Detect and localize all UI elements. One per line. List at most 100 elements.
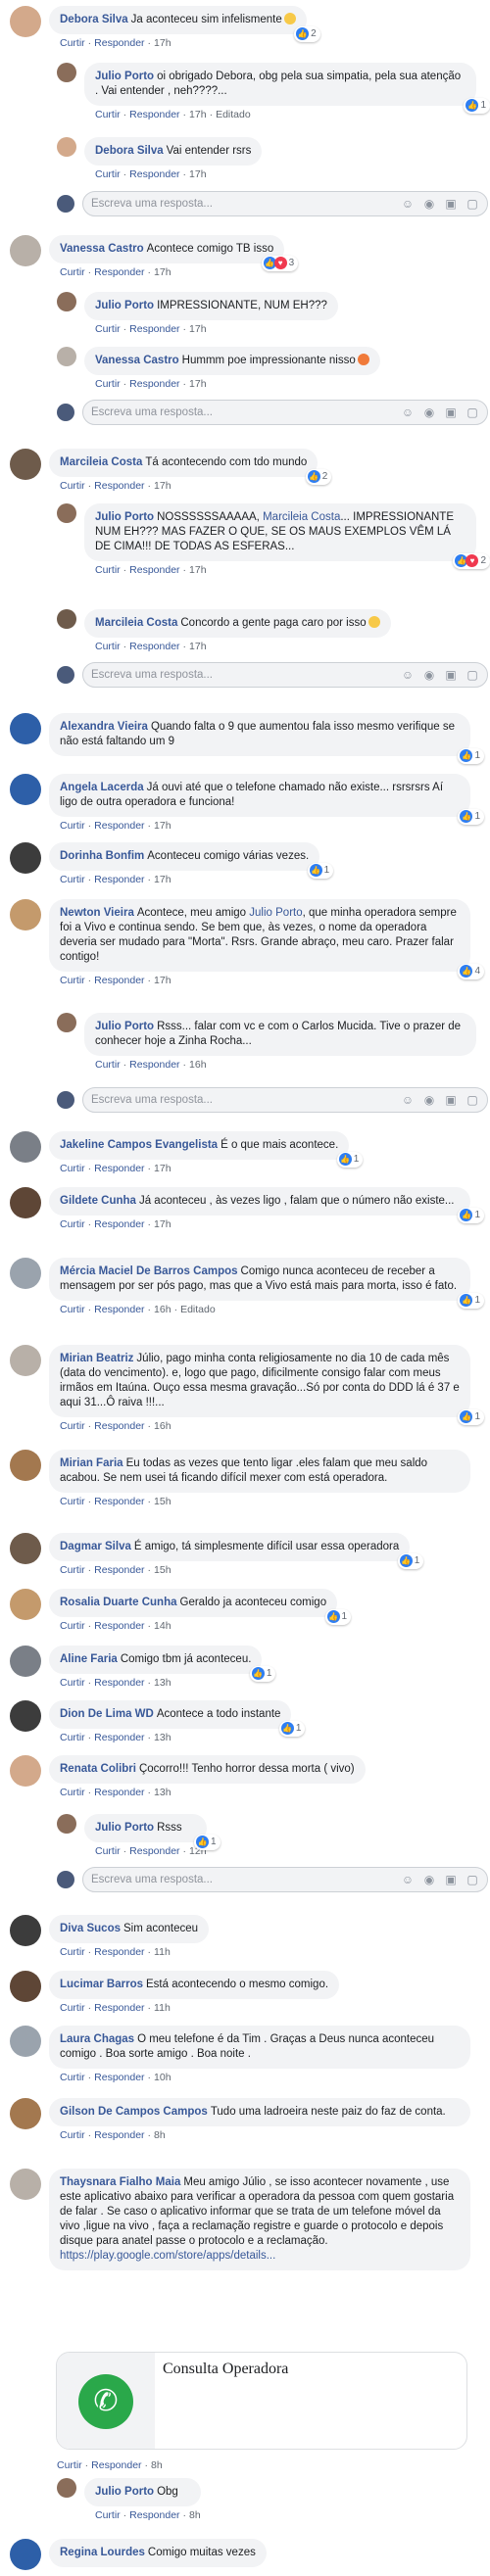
- reply-button[interactable]: Responder: [129, 109, 179, 120]
- timestamp[interactable]: 15h: [154, 1564, 172, 1576]
- comment-author[interactable]: Julio Porto: [95, 1822, 154, 1834]
- avatar[interactable]: [10, 1646, 41, 1677]
- like-button[interactable]: Curtir: [95, 641, 121, 652]
- like-button[interactable]: Curtir: [60, 1163, 85, 1174]
- avatar[interactable]: [10, 1131, 41, 1163]
- reaction-badge[interactable]: 👍 2: [305, 468, 332, 485]
- mention-link[interactable]: Marcileia Costa: [263, 511, 340, 523]
- gif-icon[interactable]: ▣: [444, 1873, 458, 1886]
- avatar[interactable]: [57, 347, 76, 366]
- reply-input[interactable]: Escreva uma resposta... ☺ ◉ ▣ ▢: [82, 1087, 488, 1113]
- reply-button[interactable]: Responder: [94, 2129, 144, 2141]
- timestamp[interactable]: 17h: [154, 1218, 172, 1230]
- comment-author[interactable]: Aline Faria: [60, 1653, 118, 1665]
- comment-author[interactable]: Alexandra Vieira: [60, 721, 148, 733]
- reply-button[interactable]: Responder: [94, 266, 144, 278]
- timestamp[interactable]: 13h: [154, 1677, 172, 1689]
- comment-author[interactable]: Angela Lacerda: [60, 782, 144, 793]
- comment-author[interactable]: Julio Porto: [95, 511, 154, 523]
- camera-icon[interactable]: ◉: [422, 197, 436, 211]
- like-button[interactable]: Curtir: [60, 1496, 85, 1507]
- reply-button[interactable]: Responder: [129, 2509, 179, 2521]
- like-button[interactable]: Curtir: [95, 564, 121, 576]
- reply-button[interactable]: Responder: [94, 1564, 144, 1576]
- comment-author[interactable]: Debora Silva: [60, 14, 128, 25]
- comment-author[interactable]: Mércia Maciel De Barros Campos: [60, 1265, 238, 1277]
- comment-author[interactable]: Jakeline Campos Evangelista: [60, 1139, 218, 1151]
- avatar[interactable]: [10, 1589, 41, 1620]
- reply-button[interactable]: Responder: [129, 378, 179, 390]
- like-button[interactable]: Curtir: [60, 37, 85, 49]
- avatar[interactable]: [57, 1013, 76, 1032]
- gif-icon[interactable]: ▣: [444, 1093, 458, 1107]
- timestamp[interactable]: 17h: [189, 564, 207, 576]
- mention-link[interactable]: Julio Porto: [249, 907, 302, 919]
- timestamp[interactable]: 8h: [154, 2129, 166, 2141]
- reply-input[interactable]: Escreva uma resposta... ☺ ◉ ▣ ▢: [82, 662, 488, 688]
- timestamp[interactable]: 17h: [154, 820, 172, 832]
- reply-button[interactable]: Responder: [94, 1787, 144, 1798]
- comment-author[interactable]: Marcileia Costa: [60, 456, 142, 468]
- comment-author[interactable]: Laura Chagas: [60, 2033, 134, 2045]
- reply-button[interactable]: Responder: [94, 480, 144, 492]
- like-button[interactable]: Curtir: [60, 874, 85, 885]
- avatar[interactable]: [57, 2478, 76, 2498]
- avatar[interactable]: [10, 2026, 41, 2057]
- like-button[interactable]: Curtir: [95, 378, 121, 390]
- timestamp[interactable]: 13h: [154, 1787, 172, 1798]
- comment-author[interactable]: Newton Vieira: [60, 907, 134, 919]
- reply-button[interactable]: Responder: [94, 1218, 144, 1230]
- reply-button[interactable]: Responder: [129, 1845, 179, 1857]
- reply-button[interactable]: Responder: [129, 641, 179, 652]
- avatar[interactable]: [10, 1755, 41, 1787]
- timestamp[interactable]: 16h: [154, 1420, 172, 1432]
- smile-icon[interactable]: ☺: [401, 668, 415, 682]
- like-button[interactable]: Curtir: [60, 2002, 85, 2014]
- camera-icon[interactable]: ◉: [422, 1873, 436, 1886]
- avatar[interactable]: [10, 1258, 41, 1289]
- avatar[interactable]: [10, 1187, 41, 1218]
- like-button[interactable]: Curtir: [57, 2459, 82, 2471]
- gif-icon[interactable]: ▣: [444, 668, 458, 682]
- comment-author[interactable]: Vanessa Castro: [95, 355, 179, 366]
- reply-button[interactable]: Responder: [94, 37, 144, 49]
- reply-input[interactable]: Escreva uma resposta... ☺ ◉ ▣ ▢: [82, 1867, 488, 1892]
- avatar[interactable]: [10, 1971, 41, 2002]
- like-button[interactable]: Curtir: [60, 1218, 85, 1230]
- timestamp[interactable]: 8h: [189, 2509, 201, 2521]
- like-button[interactable]: Curtir: [60, 1304, 85, 1315]
- timestamp[interactable]: 17h: [189, 323, 207, 335]
- reply-input[interactable]: Escreva uma resposta... ☺ ◉ ▣ ▢: [82, 191, 488, 216]
- reaction-badge[interactable]: 👍 1: [397, 1552, 424, 1569]
- smile-icon[interactable]: ☺: [401, 197, 415, 211]
- like-button[interactable]: Curtir: [60, 1677, 85, 1689]
- comment-author[interactable]: Lucimar Barros: [60, 1979, 143, 1990]
- reaction-badge[interactable]: 👍 ♥ 2: [453, 552, 490, 569]
- reply-button[interactable]: Responder: [94, 2002, 144, 2014]
- timestamp[interactable]: 17h: [154, 480, 172, 492]
- link-preview-card[interactable]: ✆ Consulta Operadora: [56, 2352, 467, 2450]
- reply-button[interactable]: Responder: [94, 1946, 144, 1958]
- timestamp[interactable]: 17h: [189, 109, 207, 120]
- comment-author[interactable]: Dion De Lima WD: [60, 1708, 154, 1720]
- comment-author[interactable]: Mirian Faria: [60, 1457, 123, 1469]
- avatar[interactable]: [10, 1450, 41, 1481]
- comment-author[interactable]: Mirian Beatriz: [60, 1353, 133, 1364]
- like-button[interactable]: Curtir: [60, 1732, 85, 1743]
- like-button[interactable]: Curtir: [95, 1059, 121, 1071]
- comment-author[interactable]: Rosalia Duarte Cunha: [60, 1597, 177, 1608]
- timestamp[interactable]: 8h: [151, 2459, 163, 2471]
- smile-icon[interactable]: ☺: [401, 405, 415, 419]
- timestamp[interactable]: 17h: [154, 37, 172, 49]
- avatar[interactable]: [57, 503, 76, 523]
- timestamp[interactable]: 11h: [154, 2002, 171, 2014]
- reaction-badge[interactable]: 👍 1: [458, 1292, 484, 1309]
- avatar[interactable]: [10, 1533, 41, 1564]
- reply-button[interactable]: Responder: [94, 874, 144, 885]
- gif-icon[interactable]: ▣: [444, 405, 458, 419]
- like-button[interactable]: Curtir: [60, 975, 85, 986]
- comment-author[interactable]: Vanessa Castro: [60, 243, 144, 255]
- reaction-badge[interactable]: 👍 1: [458, 808, 484, 825]
- timestamp[interactable]: 15h: [154, 1496, 172, 1507]
- comment-author[interactable]: Regina Lourdes: [60, 2547, 145, 2558]
